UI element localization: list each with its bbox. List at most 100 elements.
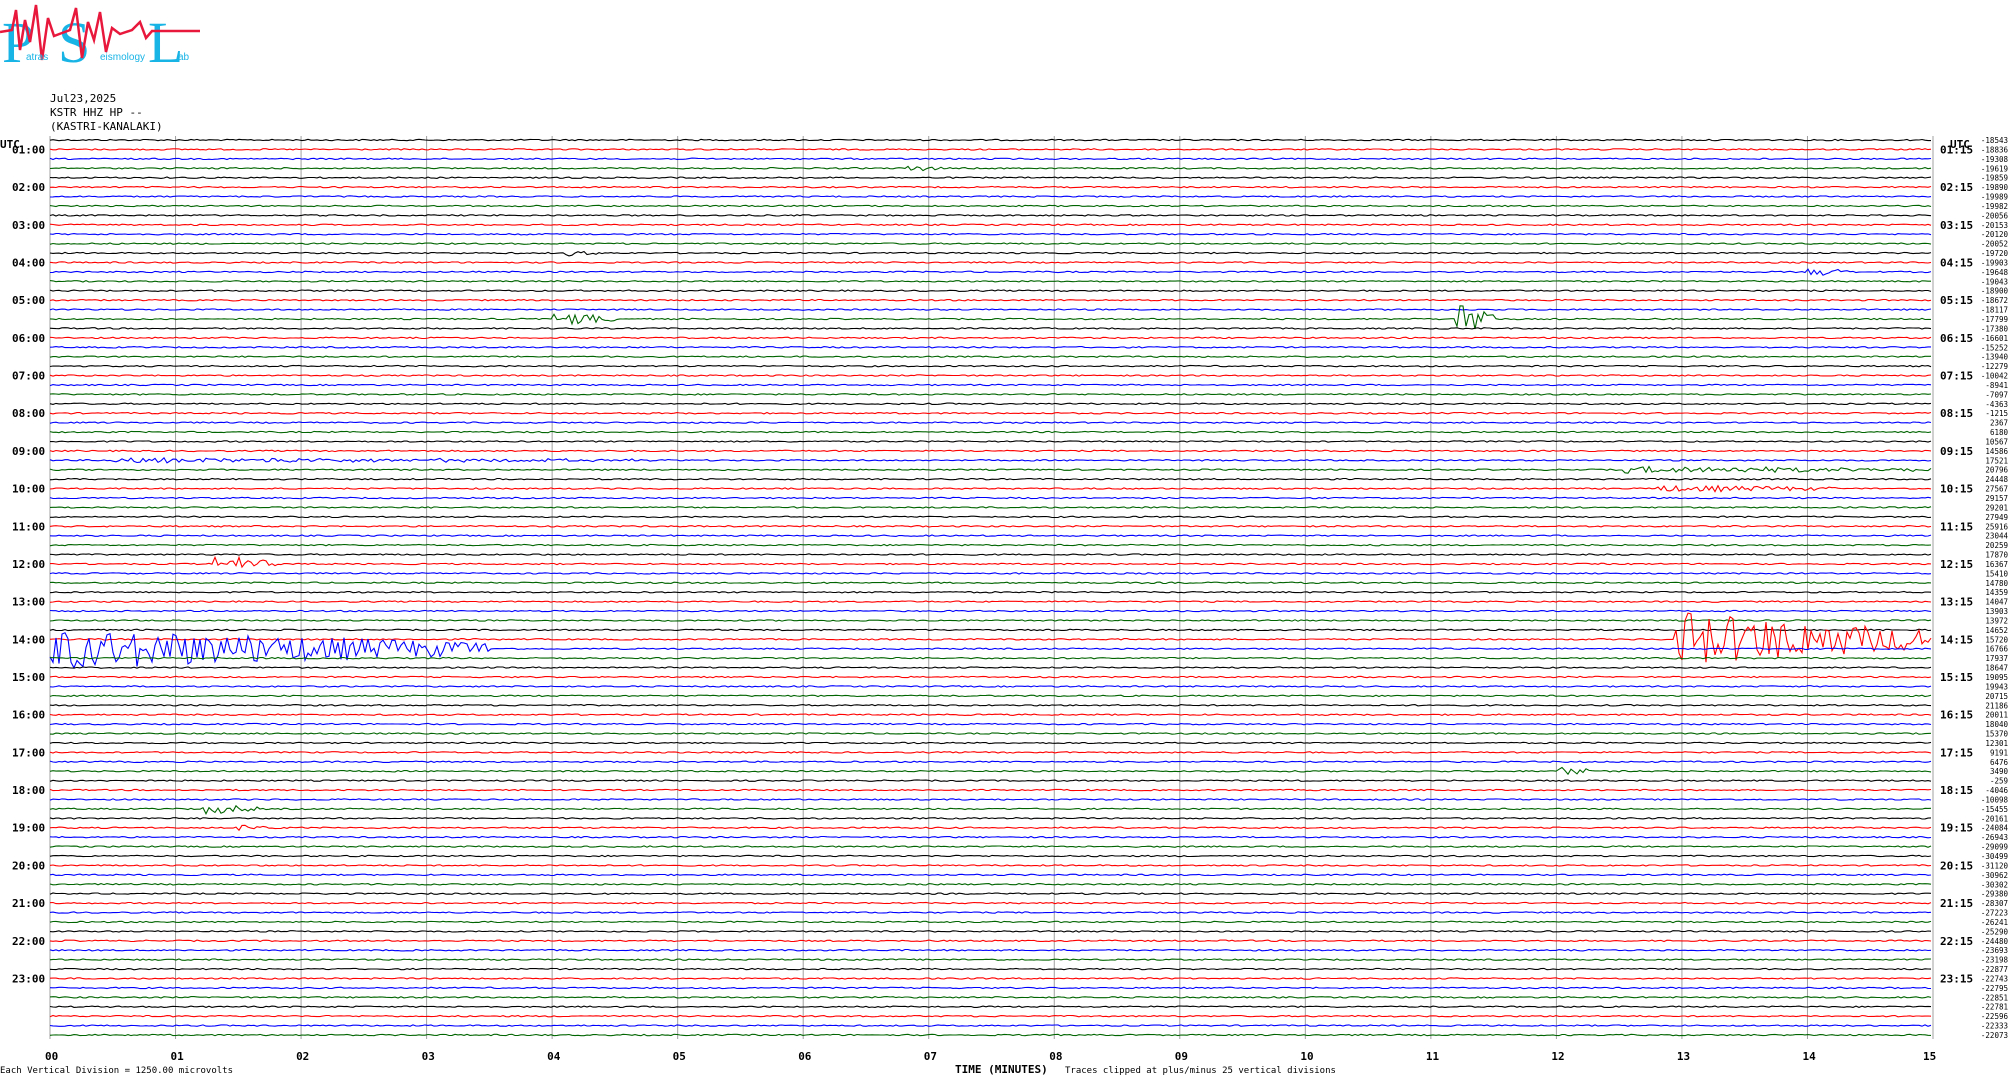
trace-offset-value: -30302 [1981, 880, 2008, 889]
trace-line [49, 572, 1932, 575]
hour-label-right: 15:15 [1940, 671, 1973, 684]
trace-offset-value: -20056 [1981, 211, 2009, 220]
trace-offset-value: 13903 [1985, 607, 2008, 616]
trace-line [49, 1033, 1932, 1037]
hour-label-left: 15:00 [12, 671, 45, 684]
trace-offset-value: -19989 [1981, 193, 2008, 202]
trace-line [49, 484, 1932, 493]
trace-offset-value: 13972 [1985, 616, 2008, 625]
trace-line [49, 346, 1931, 349]
trace-offset-value: -1215 [1985, 409, 2008, 418]
hour-label-right: 14:15 [1940, 633, 1973, 646]
trace-offset-value: 29157 [1985, 494, 2008, 503]
trace-line [49, 619, 1932, 622]
hour-label-right: 07:15 [1940, 370, 1973, 383]
trace-line [49, 336, 1932, 340]
trace-offset-value: -23198 [1981, 956, 2009, 965]
trace-offset-values: -18543-18836-19308-19619-19859-19890-199… [1981, 136, 2009, 1040]
trace-offset-value: 20796 [1985, 466, 2008, 475]
trace-line [49, 402, 1932, 406]
trace-offset-value: -18836 [1981, 145, 2009, 154]
trace-line [49, 440, 1932, 443]
hour-label-right: 10:15 [1940, 483, 1973, 496]
trace-line [49, 873, 1932, 877]
hour-label-left: 11:00 [12, 520, 45, 533]
trace-line [49, 779, 1932, 782]
hour-labels-right: 01:15 02:15 03:15 04:15 05:15 06:15 07:15 08:15… [1940, 143, 1973, 985]
hour-label-right: 13:15 [1940, 596, 1973, 609]
hour-label-left: 05:00 [12, 294, 45, 307]
hour-label-right: 20:15 [1940, 859, 1973, 872]
trace-offset-value: 16766 [1985, 645, 2008, 654]
trace-line [49, 835, 1932, 839]
x-tick-label: 06 [798, 1050, 812, 1063]
trace-offset-value: -25290 [1981, 927, 2009, 936]
vertical-scale-note: Each Vertical Division = 1250.00 microvo… [0, 1066, 233, 1076]
trace-line [49, 157, 1932, 161]
trace-offset-value: -22781 [1981, 1003, 2008, 1012]
trace-offset-value: 27949 [1985, 513, 2008, 522]
trace-line [49, 911, 1932, 914]
hour-label-left: 12:00 [12, 558, 45, 571]
seismic-traces [49, 138, 1932, 1037]
trace-line [49, 242, 1932, 245]
trace-offset-value: 21186 [1985, 701, 2008, 710]
trace-offset-value: -22743 [1981, 974, 2008, 983]
trace-offset-value: 24448 [1985, 475, 2008, 484]
trace-offset-value: -23693 [1981, 946, 2008, 955]
trace-offset-value: -19982 [1981, 202, 2008, 211]
hour-label-right: 23:15 [1940, 972, 1973, 985]
trace-line [49, 939, 1932, 943]
trace-offset-value: 6476 [1990, 758, 2009, 767]
trace-offset-value: -7097 [1985, 390, 2008, 399]
trace-line [49, 675, 1932, 679]
trace-offset-value: -29380 [1981, 890, 2009, 899]
trace-line [49, 553, 1932, 556]
trace-offset-value: -30962 [1981, 871, 2008, 880]
trace-offset-value: 16367 [1985, 560, 2008, 569]
x-tick-label: 02 [296, 1050, 309, 1063]
trace-line [49, 901, 1932, 905]
hour-label-left: 14:00 [12, 633, 45, 646]
trace-line [49, 308, 1932, 311]
trace-line [49, 766, 1932, 776]
trace-offset-value: 23044 [1985, 532, 2008, 541]
x-tick-label: 13 [1677, 1050, 1690, 1063]
trace-line [49, 685, 1932, 688]
trace-offset-value: -16601 [1981, 334, 2008, 343]
trace-offset-value: -20153 [1981, 221, 2008, 230]
trace-offset-value: -18543 [1981, 136, 2008, 145]
x-tick-label: 00 [45, 1050, 58, 1063]
hour-label-left: 02:00 [12, 181, 45, 194]
trace-offset-value: 17870 [1985, 551, 2008, 560]
hour-label-left: 13:00 [12, 596, 45, 609]
trace-offset-value: 27567 [1985, 485, 2008, 494]
trace-offset-value: 19943 [1985, 682, 2008, 691]
trace-line [49, 148, 1932, 151]
x-tick-label: 15 [1923, 1050, 1936, 1063]
trace-line [49, 713, 1932, 716]
trace-offset-value: -19648 [1981, 268, 2009, 277]
trace-offset-value: -30499 [1981, 852, 2008, 861]
hour-label-right: 21:15 [1940, 897, 1973, 910]
helicorder-plot: UTC UTC 01:0002:0003:0004:0005:0006:0007… [0, 136, 2009, 1076]
trace-offset-value: 18647 [1985, 664, 2008, 673]
trace-offset-value: -259 [1990, 777, 2008, 786]
trace-offset-value: -20161 [1981, 814, 2008, 823]
trace-offset-value: -15455 [1981, 805, 2008, 814]
trace-offset-value: 29201 [1985, 503, 2008, 512]
trace-offset-value: -18672 [1981, 296, 2008, 305]
trace-offset-value: 14652 [1985, 626, 2008, 635]
trace-line [49, 534, 1932, 537]
trace-line [49, 1014, 1932, 1018]
trace-offset-value: -27223 [1981, 909, 2008, 918]
trace-offset-value: -29099 [1981, 843, 2008, 852]
trace-offset-value: -10098 [1981, 795, 2009, 804]
hour-label-right: 01:15 [1940, 143, 1973, 156]
trace-line [49, 854, 1932, 858]
x-tick-label: 04 [547, 1050, 561, 1063]
trace-line [49, 525, 1932, 528]
trace-line [49, 355, 1931, 358]
trace-offset-value: -15252 [1981, 343, 2008, 352]
trace-line [49, 496, 1932, 500]
